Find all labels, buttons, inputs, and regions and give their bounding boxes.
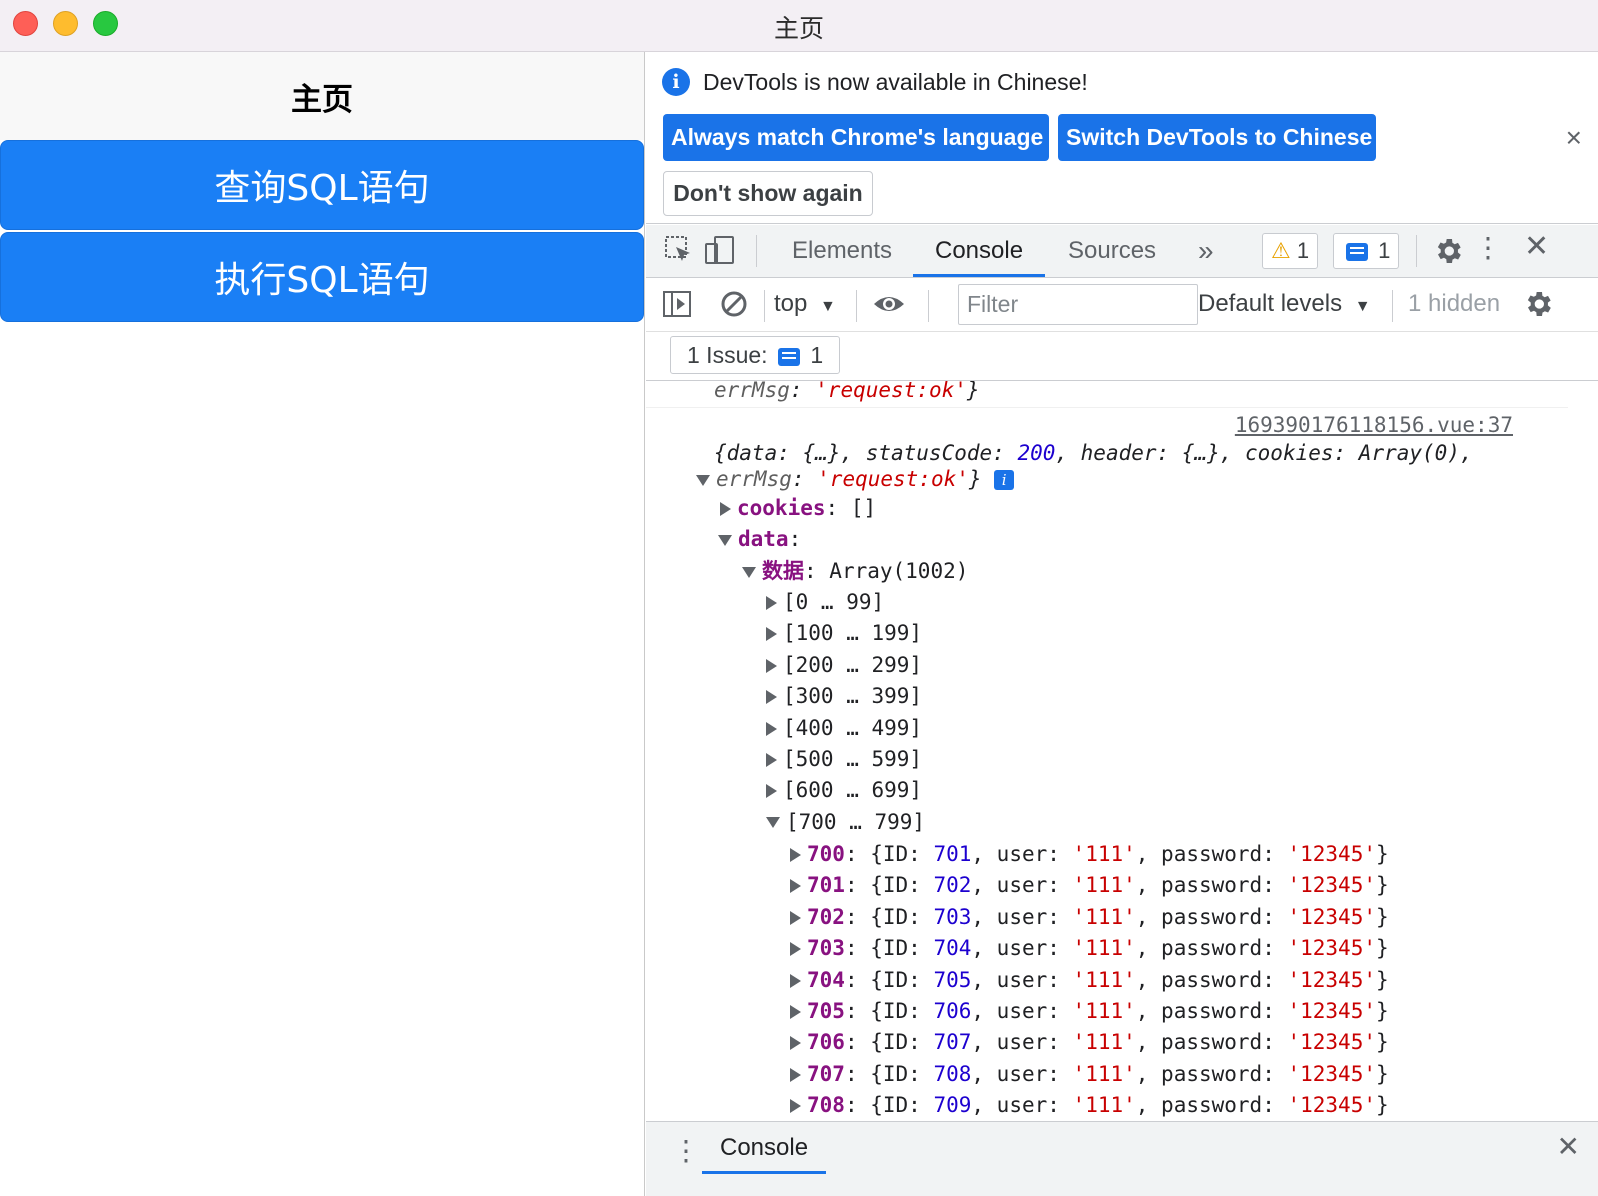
info-icon: i <box>662 68 690 96</box>
array-item-row[interactable]: 706: {ID: 707, user: '111', password: '1… <box>790 1027 1389 1057</box>
collapse-arrow-icon[interactable] <box>790 973 801 988</box>
array-range-row[interactable]: [700 … 799] <box>766 807 925 837</box>
array-range-row[interactable]: [600 … 699] <box>766 775 922 805</box>
warnings-counter[interactable]: ⚠ 1 <box>1262 233 1319 269</box>
collapse-arrow-icon[interactable] <box>790 1067 801 1082</box>
array-range-row[interactable]: [500 … 599] <box>766 744 922 774</box>
issues-bar: 1 Issue: 1 <box>646 332 1598 381</box>
info-badge-icon: i <box>994 470 1015 490</box>
collapse-arrow-icon[interactable] <box>766 784 777 799</box>
collapse-arrow-icon[interactable] <box>766 627 777 642</box>
collapse-arrow-icon[interactable] <box>790 910 801 925</box>
devtools-panel: i DevTools is now available in Chinese! … <box>646 52 1598 1196</box>
array-range-row[interactable]: [100 … 199] <box>766 618 922 648</box>
device-toolbar-icon[interactable] <box>704 235 736 272</box>
collapse-arrow-icon[interactable] <box>790 1005 801 1019</box>
array-row[interactable]: 数据: Array(1002) <box>742 556 968 586</box>
source-link[interactable]: 169390176118156.vue:37 <box>1235 413 1513 437</box>
tab-console[interactable]: Console <box>913 225 1046 277</box>
issue-message-icon <box>777 347 800 366</box>
array-item-row[interactable]: 704: {ID: 705, user: '111', password: '1… <box>790 965 1389 995</box>
collapse-arrow-icon[interactable] <box>790 1036 801 1051</box>
hidden-count: 1 hidden <box>1408 290 1501 317</box>
dont-show-again-button[interactable]: Don't show again <box>663 171 873 216</box>
messages-counter[interactable]: 1 <box>1333 233 1400 269</box>
window-titlebar: 主页 <box>0 0 1598 52</box>
dropdown-arrow-icon: ▼ <box>1354 298 1371 315</box>
page-title: 主页 <box>0 52 644 140</box>
close-drawer-icon[interactable]: ✕ <box>1557 1130 1580 1163</box>
log-object-summary-2[interactable]: errMsg: 'request:ok'} i <box>696 464 1015 494</box>
collapse-arrow-icon[interactable] <box>766 596 777 610</box>
array-range-row[interactable]: [0 … 99] <box>766 587 884 617</box>
array-item-row[interactable]: 701: {ID: 702, user: '111', password: '1… <box>790 870 1389 900</box>
switch-chinese-button[interactable]: Switch DevTools to Chinese <box>1058 114 1376 161</box>
console-filterbar: top ▼ Filter Default levels ▼ 1 hidden <box>646 278 1598 332</box>
array-item-row[interactable]: 707: {ID: 708, user: '111', password: '1… <box>790 1059 1389 1089</box>
console-output: errMsg: 'request:ok'} 169390176118156.vu… <box>646 381 1598 1121</box>
inspect-element-icon[interactable] <box>664 235 694 272</box>
drawer-tab-console[interactable]: Console <box>702 1122 827 1174</box>
context-select[interactable]: top ▼ <box>774 290 836 318</box>
infobar-message: DevTools is now available in Chinese! <box>703 69 1088 95</box>
window-title: 主页 <box>773 14 824 43</box>
message-icon <box>1346 243 1368 262</box>
cookies-row[interactable]: cookies: [] <box>720 493 876 523</box>
tab-elements[interactable]: Elements <box>770 225 914 277</box>
close-infobar-icon[interactable]: × <box>1566 122 1582 154</box>
close-devtools-icon[interactable]: ✕ <box>1524 229 1549 264</box>
array-range-row[interactable]: [300 … 399] <box>766 681 922 711</box>
filter-input[interactable]: Filter <box>958 284 1198 325</box>
collapse-arrow-icon[interactable] <box>790 848 801 862</box>
expand-arrow-icon[interactable] <box>696 474 710 486</box>
array-item-row[interactable]: 702: {ID: 703, user: '111', password: '1… <box>790 902 1389 932</box>
collapse-arrow-icon[interactable] <box>790 1099 801 1114</box>
console-settings-gear-icon[interactable] <box>1522 288 1554 327</box>
settings-gear-icon[interactable] <box>1432 235 1464 274</box>
more-tabs-icon[interactable]: » <box>1176 225 1236 277</box>
collapse-arrow-icon[interactable] <box>766 690 777 705</box>
log-levels-select[interactable]: Default levels ▼ <box>1198 290 1371 318</box>
array-item-row[interactable]: 705: {ID: 706, user: '111', password: '1… <box>790 996 1389 1026</box>
data-row[interactable]: data: <box>718 524 801 554</box>
dropdown-arrow-icon: ▼ <box>820 298 836 315</box>
collapse-arrow-icon[interactable] <box>766 658 777 673</box>
execute-sql-button[interactable]: 执行SQL语句 <box>0 232 644 322</box>
collapse-arrow-icon[interactable] <box>766 721 777 736</box>
query-sql-button[interactable]: 查询SQL语句 <box>0 140 644 230</box>
clear-console-icon[interactable] <box>720 290 748 325</box>
drawer-menu-icon[interactable]: ⋮ <box>672 1134 700 1167</box>
more-options-icon[interactable]: ⋮ <box>1474 231 1502 264</box>
array-range-row[interactable]: [200 … 299] <box>766 650 922 680</box>
console-drawer: ⋮ Console ✕ <box>646 1121 1598 1196</box>
sidebar-toggle-icon[interactable] <box>662 290 692 325</box>
tab-sources[interactable]: Sources <box>1046 225 1178 277</box>
live-expression-eye-icon[interactable] <box>872 290 906 325</box>
warning-icon: ⚠ <box>1271 238 1291 263</box>
array-range-row[interactable]: [400 … 499] <box>766 713 922 743</box>
expand-arrow-icon[interactable] <box>742 566 756 578</box>
expand-arrow-icon[interactable] <box>766 817 780 829</box>
array-item-row[interactable]: 708: {ID: 709, user: '111', password: '1… <box>790 1090 1389 1120</box>
match-language-button[interactable]: Always match Chrome's language <box>663 114 1049 161</box>
issues-button[interactable]: 1 Issue: 1 <box>670 336 841 374</box>
devtools-tabbar: Elements Console Sources » ⚠ 1 1 ⋮ ✕ <box>646 225 1598 278</box>
array-item-row[interactable]: 703: {ID: 704, user: '111', password: '1… <box>790 933 1389 963</box>
collapse-arrow-icon[interactable] <box>766 753 777 767</box>
array-item-row[interactable]: 700: {ID: 701, user: '111', password: '1… <box>790 839 1389 869</box>
collapse-arrow-icon[interactable] <box>790 942 801 957</box>
language-infobar: i DevTools is now available in Chinese! … <box>646 52 1598 224</box>
app-pane: 主页 查询SQL语句 执行SQL语句 <box>0 52 645 1196</box>
expand-arrow-icon[interactable] <box>718 534 732 546</box>
collapse-arrow-icon[interactable] <box>720 502 731 516</box>
previous-log-tail: errMsg: 'request:ok'} <box>714 381 980 402</box>
collapse-arrow-icon[interactable] <box>790 879 801 894</box>
